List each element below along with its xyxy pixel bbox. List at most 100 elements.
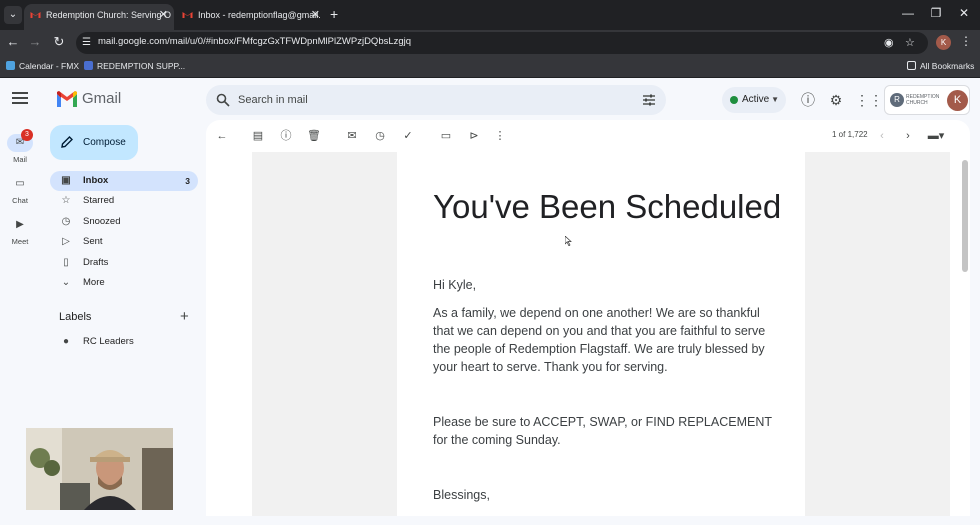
bookmark-label: Calendar - FMX [19, 61, 79, 71]
nav-label: More [83, 277, 105, 288]
send-icon: ▷ [62, 236, 70, 247]
nav-more[interactable]: ⌄ More [50, 273, 198, 293]
email-body-background: You've Been Scheduled Hi Kyle, As a fami… [252, 152, 950, 516]
delete-trash-icon[interactable]: 🗑 [307, 129, 321, 143]
email-card: You've Been Scheduled Hi Kyle, As a fami… [397, 152, 805, 516]
compose-button[interactable]: Compose [50, 125, 138, 160]
address-bar[interactable]: ☰ mail.google.com/mail/u/0/#inbox/FMfcgz… [76, 32, 928, 54]
forward-button[interactable]: → [26, 34, 44, 49]
report-spam-icon[interactable]: ⓘ [279, 129, 293, 143]
restore-button[interactable]: ❐ [926, 6, 946, 20]
message-scrollbar[interactable] [962, 160, 968, 272]
rail-chat[interactable]: ▭ Chat [4, 175, 36, 205]
status-dropdown[interactable]: Active ▼ [722, 87, 786, 113]
tab-inbox[interactable]: Inbox - redemptionflag@gmail. ✕ [176, 4, 326, 30]
close-window-button[interactable]: ✕ [954, 6, 974, 20]
label-icon[interactable]: ⊳ [467, 129, 481, 143]
webcam-person-image [26, 428, 173, 510]
input-tools-icon[interactable]: ▬▾ [924, 129, 948, 143]
inbox-count: 3 [185, 176, 190, 186]
nav-drafts[interactable]: ▯ Drafts [50, 253, 198, 273]
clock-icon: ◷ [61, 216, 71, 227]
archive-icon[interactable]: ▤ [251, 129, 265, 143]
nav-snoozed[interactable]: ◷ Snoozed [50, 212, 198, 232]
account-avatar[interactable]: K [947, 90, 968, 111]
status-label: Active [742, 94, 770, 105]
new-tab-button[interactable]: + [330, 6, 338, 22]
email-paragraph-1: As a family, we depend on one another! W… [433, 306, 766, 374]
url-text: mail.google.com/mail/u/0/#inbox/FMfcgzGx… [98, 36, 412, 47]
browser-menu-icon[interactable]: ⋮ [960, 34, 972, 48]
more-options-icon[interactable]: ⋮ [493, 129, 507, 143]
add-task-icon[interactable]: ✓ [401, 129, 415, 143]
draft-file-icon: ▯ [63, 257, 69, 268]
close-icon[interactable]: ✕ [311, 4, 320, 26]
search-bar [206, 85, 666, 115]
back-arrow-icon[interactable]: ← [215, 129, 229, 143]
inbox-icon: ▣ [61, 175, 71, 186]
profile-avatar[interactable]: K [936, 35, 951, 50]
pencil-icon [61, 136, 73, 148]
email-closing: Blessings, [433, 488, 490, 502]
mouse-pointer-icon [565, 236, 572, 246]
label-name: RC Leaders [83, 336, 134, 347]
bookmark-redemption[interactable]: REDEMPTION SUPP... [84, 61, 185, 71]
help-icon[interactable]: ⓘ [799, 91, 817, 109]
site-info-icon[interactable]: ☰ [82, 37, 94, 49]
chevron-down-icon: ⌄ [61, 277, 71, 288]
main-menu-icon[interactable] [12, 92, 28, 106]
org-logo-icon: R [890, 93, 904, 107]
organization-account-switcher[interactable]: R REDEMPTION CHURCH K [884, 85, 970, 115]
tab-search-button[interactable]: ⌄ [4, 6, 22, 24]
gmail-wordmark[interactable]: Gmail [82, 90, 121, 107]
newer-chevron-icon[interactable]: ‹ [875, 129, 889, 143]
older-chevron-icon[interactable]: › [901, 129, 915, 143]
bookmark-star-icon[interactable]: ☆ [905, 36, 915, 49]
nav-starred[interactable]: ☆ Starred [50, 191, 198, 211]
all-bookmarks-label: All Bookmarks [920, 61, 975, 71]
rail-meet[interactable]: ▶ Meet [4, 216, 36, 246]
mark-unread-icon[interactable]: ✉ [345, 129, 359, 143]
search-icon[interactable] [216, 93, 230, 107]
bookmarks-bar: Calendar - FMX REDEMPTION SUPP... All Bo… [0, 56, 980, 78]
rail-label: Mail [13, 155, 27, 164]
bookmark-calendar[interactable]: Calendar - FMX [6, 61, 79, 71]
minimize-button[interactable]: — [898, 6, 918, 20]
labels-heading: Labels [59, 311, 92, 323]
create-label-button[interactable]: + [180, 308, 189, 325]
star-icon: ☆ [61, 195, 71, 206]
planning-center-icon [84, 61, 93, 70]
message-pane: ← ▤ ⓘ 🗑 ✉ ◷ ✓ ▭ ⊳ ⋮ 1 of 1,722 ‹ › ▬▾ Yo… [206, 120, 970, 516]
nav-label: Inbox [83, 175, 109, 186]
nav-sent[interactable]: ▷ Sent [50, 232, 198, 252]
nav-label: Snoozed [83, 216, 121, 227]
nav-label: Drafts [83, 257, 109, 268]
eye-icon[interactable]: ◉ [884, 36, 894, 49]
search-input[interactable] [238, 85, 618, 115]
back-button[interactable]: ← [4, 34, 22, 49]
apps-grid-icon[interactable]: ⋮⋮ [855, 91, 883, 109]
mail-unread-badge: 3 [21, 129, 33, 141]
tab-redemption-church[interactable]: Redemption Church: Serving O ✕ [24, 4, 174, 30]
settings-gear-icon[interactable]: ⚙ [827, 91, 845, 109]
folder-icon [907, 61, 916, 70]
rail-label: Chat [12, 196, 28, 205]
close-icon[interactable]: ✕ [159, 4, 168, 26]
snooze-clock-icon[interactable]: ◷ [373, 129, 387, 143]
email-greeting: Hi Kyle, [433, 278, 477, 292]
tab-title: Inbox - redemptionflag@gmail. [198, 10, 321, 20]
gmail-favicon-icon [182, 12, 193, 18]
search-options-icon[interactable] [642, 93, 656, 107]
gmail-logo-icon[interactable] [56, 90, 78, 108]
chat-icon: ▭ [15, 178, 25, 189]
move-to-folder-icon[interactable]: ▭ [439, 129, 453, 143]
label-rc-leaders[interactable]: ● RC Leaders [50, 332, 198, 352]
all-bookmarks[interactable]: All Bookmarks [907, 61, 974, 71]
webcam-overlay [26, 428, 173, 510]
bookmark-label: REDEMPTION SUPP... [97, 61, 186, 71]
reload-button[interactable]: ↻ [50, 34, 68, 50]
message-toolbar: ← ▤ ⓘ 🗑 ✉ ◷ ✓ ▭ ⊳ ⋮ 1 of 1,722 ‹ › ▬▾ [206, 120, 970, 152]
email-paragraph-2: Please be sure to ACCEPT, SWAP, or FIND … [433, 415, 772, 447]
rail-label: Meet [11, 237, 29, 246]
nav-inbox[interactable]: ▣ Inbox 3 [50, 171, 198, 191]
